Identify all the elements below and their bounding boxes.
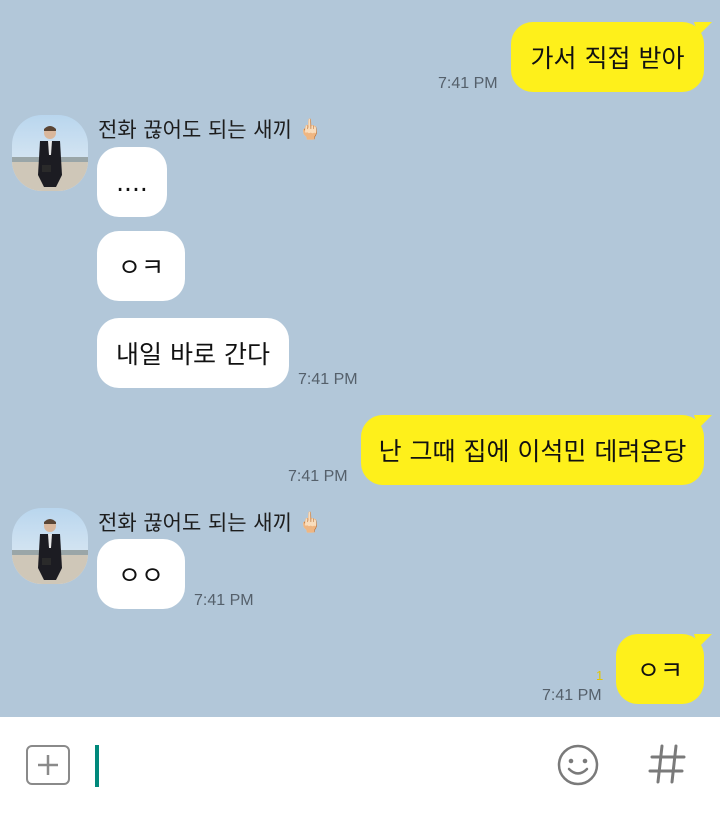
hashtag-button[interactable]	[645, 739, 689, 789]
my-message-bubble[interactable]: ㅇㅋ	[616, 634, 704, 704]
chat-area[interactable]: 가서 직접 받아 7:41 PM 전화 끊어도 되는 새끼 🖕🏻 .... ㅇㅋ…	[0, 0, 720, 717]
avatar[interactable]	[12, 115, 88, 191]
other-message-bubble[interactable]: ....	[97, 147, 167, 217]
message-text: 가서 직접 받아	[530, 44, 685, 73]
message-time: 7:41 PM	[194, 592, 254, 609]
message-text: ㅇㅇ	[117, 561, 164, 590]
emoji-button[interactable]	[556, 743, 600, 787]
avatar[interactable]	[12, 508, 88, 584]
sender-name: 전화 끊어도 되는 새끼 🖕🏻	[98, 510, 323, 535]
sender-name: 전화 끊어도 되는 새끼 🖕🏻	[98, 117, 323, 142]
bubble-tail	[694, 22, 712, 36]
other-message-bubble[interactable]: ㅇㅇ	[97, 539, 185, 609]
bubble-tail	[694, 634, 712, 648]
hashtag-icon	[648, 744, 686, 784]
message-text: ㅇㅋ	[636, 656, 683, 685]
profile-photo	[12, 115, 88, 191]
text-input-cursor[interactable]	[95, 745, 99, 787]
profile-photo	[12, 508, 88, 584]
message-time: 7:41 PM	[542, 687, 602, 704]
my-message-bubble[interactable]: 가서 직접 받아	[511, 22, 704, 92]
message-text: 난 그때 집에 이석민 데려온당	[378, 437, 687, 466]
message-time: 7:41 PM	[438, 75, 498, 92]
message-composer	[0, 717, 720, 813]
bubble-tail	[694, 415, 712, 429]
message-time: 7:41 PM	[298, 371, 358, 388]
middle-finger-emoji: 🖕🏻	[297, 117, 323, 141]
smiley-icon	[557, 744, 599, 786]
plus-square-icon	[38, 755, 58, 775]
unread-count: 1	[596, 668, 604, 683]
message-time: 7:41 PM	[288, 468, 348, 485]
attach-button[interactable]	[26, 745, 70, 785]
middle-finger-emoji: 🖕🏻	[297, 510, 323, 534]
my-message-bubble[interactable]: 난 그때 집에 이석민 데려온당	[361, 415, 704, 485]
message-text: ....	[116, 167, 148, 197]
message-text: 내일 바로 간다	[116, 340, 270, 369]
other-message-bubble[interactable]: 내일 바로 간다	[97, 318, 289, 388]
other-message-bubble[interactable]: ㅇㅋ	[97, 231, 185, 301]
message-text: ㅇㅋ	[117, 253, 164, 282]
